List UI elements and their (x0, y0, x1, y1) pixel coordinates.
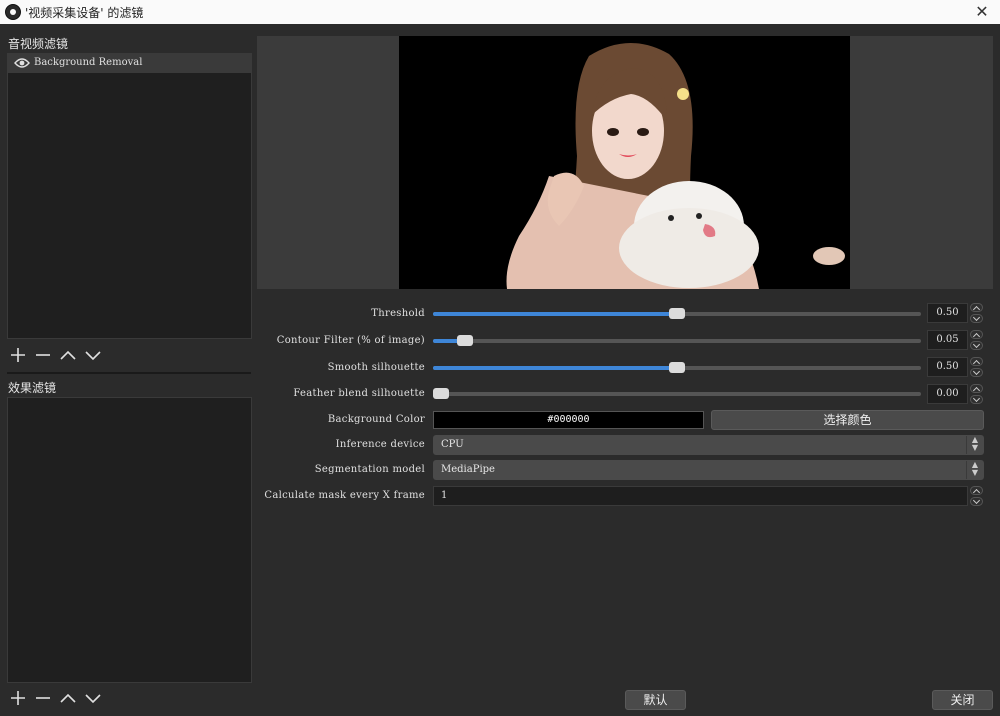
calc-mask-spinbox[interactable]: 1 (433, 486, 968, 506)
step-up-icon[interactable] (970, 486, 983, 495)
contour-filter-stepper[interactable] (970, 330, 983, 350)
step-down-icon[interactable] (970, 497, 983, 506)
contour-filter-spinbox[interactable]: 0.05 (927, 330, 968, 350)
audio-video-filters-label: 音视频滤镜 (8, 37, 69, 51)
effect-filters-label: 效果滤镜 (8, 381, 57, 395)
step-down-icon[interactable] (970, 395, 983, 404)
combo-arrows-icon: ▲ ▼ (966, 436, 983, 454)
move-effect-up-icon[interactable] (58, 688, 78, 708)
step-up-icon[interactable] (970, 330, 983, 339)
smooth-silhouette-slider[interactable] (433, 362, 921, 373)
effect-filters-list[interactable] (7, 397, 252, 683)
add-icon[interactable] (8, 345, 28, 365)
eye-icon[interactable] (14, 57, 30, 72)
close-window-icon[interactable]: ✕ (964, 0, 1000, 24)
step-down-icon[interactable] (970, 341, 983, 350)
contour-filter-slider-handle[interactable] (457, 335, 473, 346)
threshold-slider[interactable] (433, 308, 921, 319)
threshold-stepper[interactable] (970, 303, 983, 323)
inference-device-value: CPU (441, 439, 464, 450)
step-up-icon[interactable] (970, 357, 983, 366)
background-color-swatch: #000000 (433, 411, 704, 429)
segmentation-model-label: Segmentation model (314, 464, 425, 475)
obs-logo-icon (5, 4, 21, 20)
smooth-silhouette-spinbox[interactable]: 0.50 (927, 357, 968, 377)
combo-arrows-icon: ▲ ▼ (966, 461, 983, 479)
threshold-label: Threshold (371, 308, 425, 319)
calc-mask-stepper[interactable] (970, 486, 983, 506)
filter-item-background-removal[interactable]: Background Removal (8, 54, 251, 73)
step-down-icon[interactable] (970, 314, 983, 323)
close-button[interactable]: 关闭 (932, 690, 993, 710)
remove-effect-icon[interactable] (33, 688, 53, 708)
feather-blend-spinbox[interactable]: 0.00 (927, 384, 968, 404)
preview-video (399, 36, 850, 289)
smooth-silhouette-label: Smooth silhouette (327, 362, 425, 373)
inference-device-select[interactable]: CPU ▲ ▼ (433, 435, 984, 455)
preview-area (257, 36, 993, 289)
panel-splitter[interactable] (7, 372, 251, 374)
segmentation-model-value: MediaPipe (441, 464, 495, 475)
feather-blend-label: Feather blend silhouette (293, 388, 425, 399)
audio-video-filters-list[interactable]: Background Removal (7, 53, 252, 339)
move-up-icon[interactable] (58, 345, 78, 365)
window-title: '视频采集设备' 的滤镜 (25, 6, 144, 20)
move-effect-down-icon[interactable] (83, 688, 103, 708)
preview-subject-image (506, 42, 845, 289)
remove-icon[interactable] (33, 345, 53, 365)
step-down-icon[interactable] (970, 368, 983, 377)
feather-blend-slider[interactable] (433, 388, 921, 399)
feather-blend-slider-handle[interactable] (433, 388, 449, 399)
segmentation-model-select[interactable]: MediaPipe ▲ ▼ (433, 460, 984, 480)
add-effect-icon[interactable] (8, 688, 28, 708)
background-color-label: Background Color (327, 414, 425, 425)
feather-blend-stepper[interactable] (970, 384, 983, 404)
step-up-icon[interactable] (970, 303, 983, 312)
smooth-silhouette-stepper[interactable] (970, 357, 983, 377)
step-up-icon[interactable] (970, 384, 983, 393)
threshold-slider-handle[interactable] (669, 308, 685, 319)
contour-filter-label: Contour Filter (% of image) (276, 335, 425, 346)
defaults-button[interactable]: 默认 (625, 690, 686, 710)
contour-filter-slider[interactable] (433, 335, 921, 346)
threshold-spinbox[interactable]: 0.50 (927, 303, 968, 323)
smooth-silhouette-slider-handle[interactable] (669, 362, 685, 373)
move-down-icon[interactable] (83, 345, 103, 365)
title-bar: '视频采集设备' 的滤镜 ✕ (0, 0, 1000, 24)
calc-mask-label: Calculate mask every X frame (264, 490, 425, 501)
filter-item-label: Background Removal (34, 57, 143, 68)
select-color-button[interactable]: 选择颜色 (711, 410, 984, 430)
inference-device-label: Inference device (335, 439, 425, 450)
